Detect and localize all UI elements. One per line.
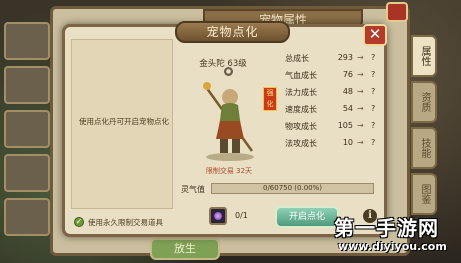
stat-target: ?	[371, 104, 376, 113]
stat-label: 物攻成长	[285, 122, 317, 131]
stat-label: 法力成长	[285, 88, 317, 97]
arrow-icon: →	[357, 104, 364, 113]
stat-row: 法攻成长 10 → ?	[285, 138, 385, 155]
gem-icon	[214, 212, 222, 220]
stat-target: ?	[371, 87, 376, 96]
arrow-icon: →	[357, 121, 364, 130]
stat-value: 76	[342, 70, 353, 79]
close-button[interactable]: ✕	[363, 24, 387, 46]
pet-thumbnail[interactable]	[4, 110, 50, 148]
enhanced-badge: 强化	[263, 87, 277, 111]
pet-thumbnail[interactable]	[4, 154, 50, 192]
growth-stats: 总成长 293 → ? 气血成长 76 → ? 法力成长 48 → ? 速度成长…	[285, 53, 385, 155]
arrow-icon: →	[357, 70, 364, 79]
enlighten-pill-slot[interactable]	[209, 207, 227, 225]
item-count: 0/1	[235, 211, 248, 220]
spirit-value-bar: 0/60750 (0.00%)	[211, 183, 374, 194]
stat-label: 总成长	[285, 54, 309, 63]
stat-row: 速度成长 54 → ?	[285, 104, 385, 121]
stat-row: 法力成长 48 → ?	[285, 87, 385, 104]
stat-row: 气血成长 76 → ?	[285, 70, 385, 87]
info-text: 使用点化丹可开启宠物点化	[79, 117, 169, 126]
tab-skills[interactable]: 技能	[411, 127, 437, 169]
info-panel: 使用点化丹可开启宠物点化	[71, 39, 173, 209]
stat-target: ?	[371, 121, 376, 130]
stat-target: ?	[371, 53, 376, 62]
stat-value: 105	[337, 121, 353, 130]
pet-thumbnail[interactable]	[4, 66, 50, 104]
pet-thumbnail[interactable]	[4, 198, 50, 236]
watermark-title: 第一手游网	[334, 216, 439, 240]
tab-aptitude[interactable]: 资质	[411, 81, 437, 123]
arrow-icon: →	[357, 87, 364, 96]
stat-label: 法攻成长	[285, 139, 317, 148]
stat-row: 总成长 293 → ?	[285, 53, 385, 70]
checkbox-label: 使用永久限制交易道具	[88, 218, 163, 227]
pet-figure	[203, 82, 254, 161]
pet-name: 金头陀 63级	[199, 59, 247, 69]
spirit-value-text: 0/60750 (0.00%)	[262, 184, 322, 192]
stat-target: ?	[371, 138, 376, 147]
stat-label: 速度成长	[285, 105, 317, 114]
tab-collection[interactable]: 图鉴	[411, 173, 437, 215]
stat-row: 物攻成长 105 → ?	[285, 121, 385, 138]
side-tab-list: 属性 资质 技能 图鉴	[411, 35, 437, 219]
stat-target: ?	[371, 70, 376, 79]
checkbox-permanent-trade-item[interactable]: ✓	[74, 217, 84, 227]
trade-limit-text: 限制交易 32天	[205, 167, 253, 175]
pet-enlighten-dialog: 宠物点化 ✕ 使用点化丹可开启宠物点化 ✓ 使用永久限制交易道具 金头陀 63级…	[62, 21, 387, 237]
arrow-icon: →	[357, 138, 364, 147]
lock-icon: ●	[224, 67, 233, 76]
release-button[interactable]: 放生	[150, 238, 220, 260]
stat-value: 48	[342, 87, 353, 96]
dialog-title: 宠物点化	[175, 21, 290, 43]
arrow-icon: →	[357, 53, 364, 62]
stat-label: 气血成长	[285, 71, 317, 80]
left-pet-list	[0, 0, 55, 263]
tab-attributes[interactable]: 属性	[411, 35, 437, 77]
panel-close-button[interactable]	[386, 2, 408, 22]
site-watermark: 第一手游网 www.diyiyou.com	[330, 212, 460, 260]
pet-thumbnail[interactable]	[4, 22, 50, 60]
stat-value: 54	[342, 104, 353, 113]
stat-value: 293	[337, 53, 353, 62]
stat-value: 10	[342, 138, 353, 147]
spirit-value-label: 灵气值	[181, 185, 205, 194]
watermark-url: www.diyiyou.com	[338, 240, 447, 253]
